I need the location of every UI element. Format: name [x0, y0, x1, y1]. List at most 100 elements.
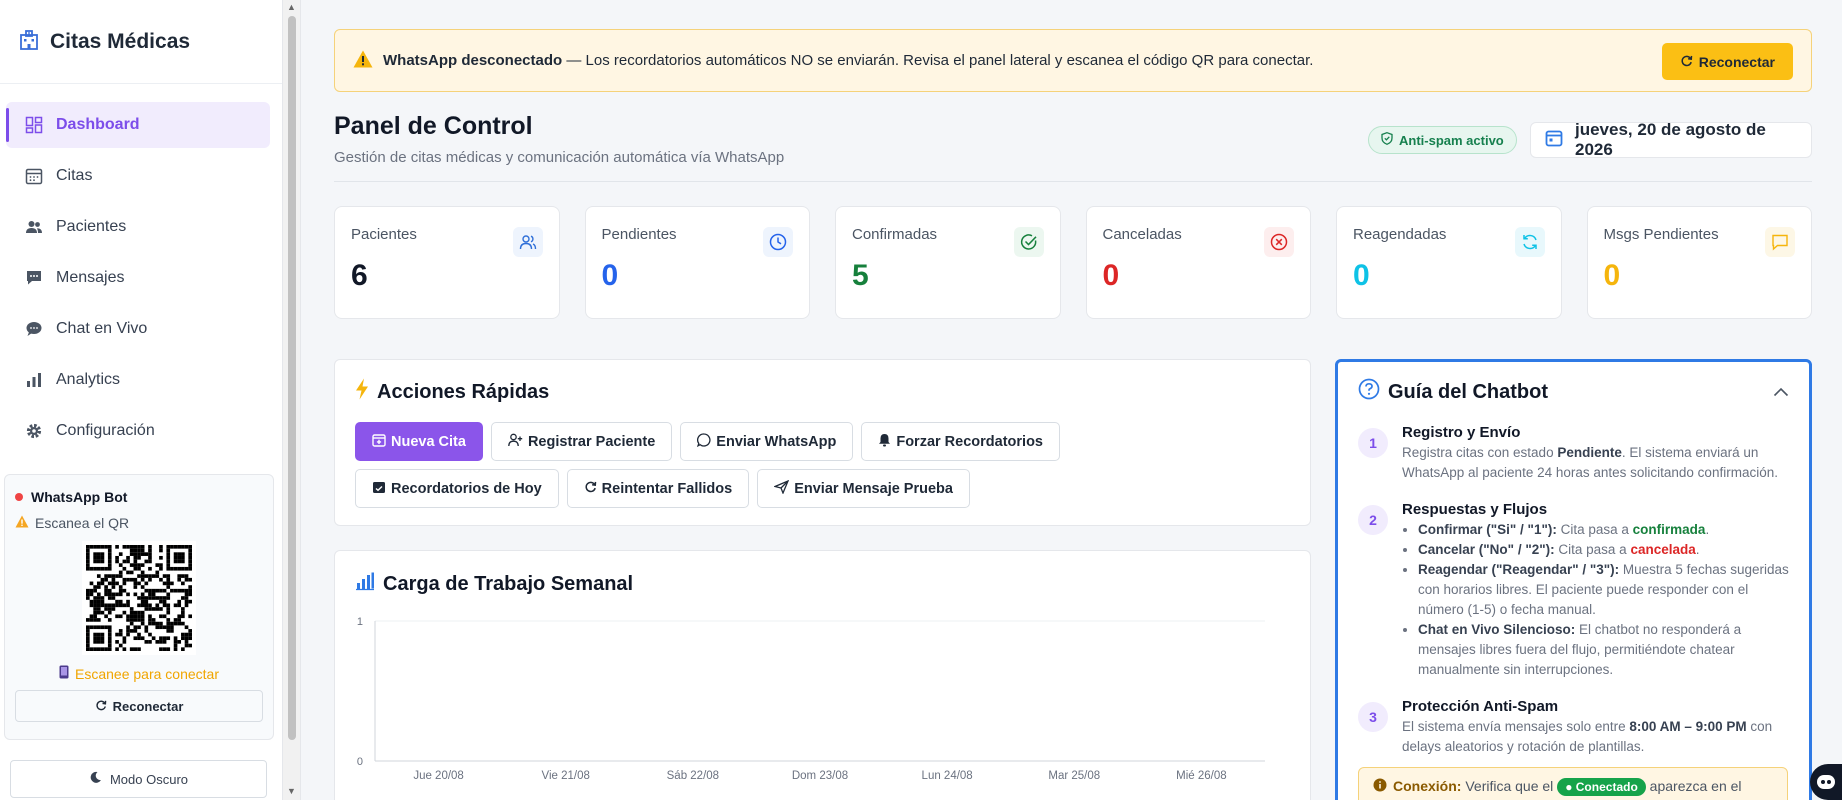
stat-card-msgs-pendientes[interactable]: Msgs Pendientes 0	[1586, 206, 1812, 319]
sidebar-nav: Dashboard Citas Pacientes Mensajes Chat …	[0, 84, 282, 454]
calendar-icon	[1545, 129, 1563, 152]
bot-title-text: WhatsApp Bot	[31, 489, 128, 505]
quick-actions-card: Acciones Rápidas Nueva Cita Registrar Pa…	[334, 359, 1311, 526]
sidebar-item-citas[interactable]: Citas	[6, 153, 270, 199]
step-title: Registro y Envío	[1402, 424, 1521, 441]
main-content: WhatsApp desconectado — Los recordatorio…	[334, 0, 1812, 800]
page-header: Panel de Control Gestión de citas médica…	[334, 112, 1812, 182]
antispam-badge: Anti-spam activo	[1368, 126, 1517, 154]
sidebar-item-label: Dashboard	[56, 116, 140, 133]
warning-icon	[353, 50, 373, 72]
dark-mode-button[interactable]: Modo Oscuro	[10, 760, 267, 798]
stat-card-canceladas[interactable]: Canceladas 0	[1085, 206, 1311, 319]
moon-icon	[89, 771, 102, 787]
chat-icon	[24, 319, 44, 339]
step-text-bold: 8:00 AM – 9:00 PM	[1629, 719, 1747, 734]
x-tick-label: Dom 23/08	[792, 770, 848, 782]
sidebar-scrollbar[interactable]: ▲ ▼	[283, 0, 301, 800]
sidebar-item-configuracion[interactable]: Configuración	[6, 408, 270, 454]
step-number: 1	[1358, 428, 1388, 458]
sidebar: Citas Médicas Dashboard Citas Pacientes …	[0, 0, 283, 800]
alert-reconnect-button[interactable]: Reconectar	[1661, 43, 1793, 80]
force-reminders-button[interactable]: Forzar Recordatorios	[861, 422, 1060, 461]
workload-card: Carga de Trabajo Semanal 1 0 Jue 20/08 Vie …	[334, 550, 1311, 800]
register-patient-button[interactable]: Registrar Paciente	[490, 422, 673, 461]
stat-value: 0	[1603, 259, 1621, 292]
scroll-down-icon[interactable]: ▼	[287, 786, 296, 796]
todays-reminders-button[interactable]: Recordatorios de Hoy	[355, 469, 559, 508]
status-dot	[15, 493, 23, 501]
step-body: Respuestas y Flujos Confirmar ("Si" / "1…	[1402, 501, 1789, 680]
guide-step-3: 3 Protección Anti-Spam El sistema envía …	[1358, 698, 1789, 757]
status-cancelada: cancelada	[1630, 542, 1696, 557]
stat-card-pacientes[interactable]: Pacientes 6	[334, 206, 560, 319]
x-tick-label: Jue 20/08	[413, 770, 464, 782]
y-tick-label: 1	[357, 616, 363, 628]
sidebar-item-label: Chat en Vivo	[56, 320, 148, 337]
chevron-up-icon[interactable]	[1773, 384, 1789, 400]
warning-icon	[15, 515, 29, 531]
sidebar-item-label: Configuración	[56, 422, 155, 439]
gear-icon	[24, 421, 44, 441]
sidebar-item-label: Citas	[56, 167, 93, 184]
retry-failed-button[interactable]: Reintentar Fallidos	[566, 469, 750, 508]
stat-card-reagendadas[interactable]: Reagendadas 0	[1336, 206, 1562, 319]
send-icon	[773, 479, 790, 498]
retry-icon	[584, 480, 597, 497]
step-title: Protección Anti-Spam	[1402, 698, 1559, 715]
scan-hint-text: Escanee para conectar	[75, 665, 219, 682]
scroll-thumb[interactable]	[288, 16, 296, 740]
users-icon	[24, 217, 44, 237]
user-plus-icon	[508, 433, 523, 451]
send-whatsapp-label: Enviar WhatsApp	[716, 433, 837, 450]
new-appointment-button[interactable]: Nueva Cita	[355, 422, 483, 461]
sidebar-item-analytics[interactable]: Analytics	[6, 357, 270, 403]
chatbot-guide-card: Guía del Chatbot 1 Registro y Envío Regi…	[1335, 359, 1812, 800]
whatsapp-icon	[697, 432, 711, 451]
bot-status-text: Escanea el QR	[35, 515, 130, 531]
guide-header[interactable]: Guía del Chatbot	[1358, 378, 1789, 406]
send-whatsapp-button[interactable]: Enviar WhatsApp	[680, 422, 854, 461]
whatsapp-bot-card: WhatsApp Bot Escanea el QR Escanee para …	[4, 474, 274, 740]
sidebar-item-pacientes[interactable]: Pacientes	[6, 204, 270, 250]
send-test-message-button[interactable]: Enviar Mensaje Prueba	[757, 469, 970, 508]
brand[interactable]: Citas Médicas	[0, 0, 282, 84]
step-title: Respuestas y Flujos	[1402, 501, 1548, 518]
connection-label: Conexión:	[1393, 778, 1462, 794]
y-tick-label: 0	[357, 756, 363, 768]
flow-key: Cancelar ("No" / "2"):	[1418, 542, 1555, 557]
bar-chart-icon	[24, 370, 44, 390]
flow-text: Cita pasa a	[1554, 542, 1631, 557]
guide-step-1: 1 Registro y Envío Registra citas con es…	[1358, 424, 1789, 483]
stat-card-confirmadas[interactable]: Confirmadas 5	[835, 206, 1061, 319]
stat-card-pendientes[interactable]: Pendientes 0	[584, 206, 810, 319]
sidebar-item-chat[interactable]: Chat en Vivo	[6, 306, 270, 352]
step-body: Protección Anti-Spam El sistema envía me…	[1402, 698, 1789, 757]
dashboard-icon	[24, 115, 44, 135]
list-item: Chat en Vivo Silencioso: El chatbot no r…	[1418, 620, 1789, 680]
sidebar-item-mensajes[interactable]: Mensajes	[6, 255, 270, 301]
calendar-icon	[24, 166, 44, 186]
stat-value: 0	[1102, 259, 1120, 292]
sidebar-item-label: Mensajes	[56, 269, 125, 286]
stat-value: 6	[351, 259, 368, 292]
bot-reconnect-label: Reconectar	[112, 698, 184, 714]
connection-note-text: Conexión: Verifica que el ● Conectado ap…	[1393, 778, 1742, 796]
new-appointment-label: Nueva Cita	[391, 433, 466, 450]
send-test-message-label: Enviar Mensaje Prueba	[794, 480, 953, 497]
chat-assistant-button[interactable]	[1810, 764, 1842, 800]
bot-reconnect-button[interactable]: Reconectar	[15, 690, 263, 722]
calendar-plus-icon	[372, 433, 386, 451]
connection-text: Verifica que el	[1461, 778, 1558, 794]
message-icon	[24, 268, 44, 288]
scroll-up-icon[interactable]: ▲	[287, 2, 296, 12]
workload-title-text: Carga de Trabajo Semanal	[383, 572, 634, 595]
stat-value: 0	[601, 259, 619, 292]
alert-title: WhatsApp desconectado	[383, 52, 563, 69]
step-text-bold: Pendiente	[1557, 445, 1622, 460]
sidebar-item-dashboard[interactable]: Dashboard	[6, 102, 270, 148]
alert-message: — Los recordatorios automáticos NO se en…	[562, 52, 1314, 69]
lightning-icon	[355, 378, 369, 406]
sidebar-item-label: Pacientes	[56, 218, 127, 235]
x-tick-label: Mié 26/08	[1176, 770, 1227, 782]
